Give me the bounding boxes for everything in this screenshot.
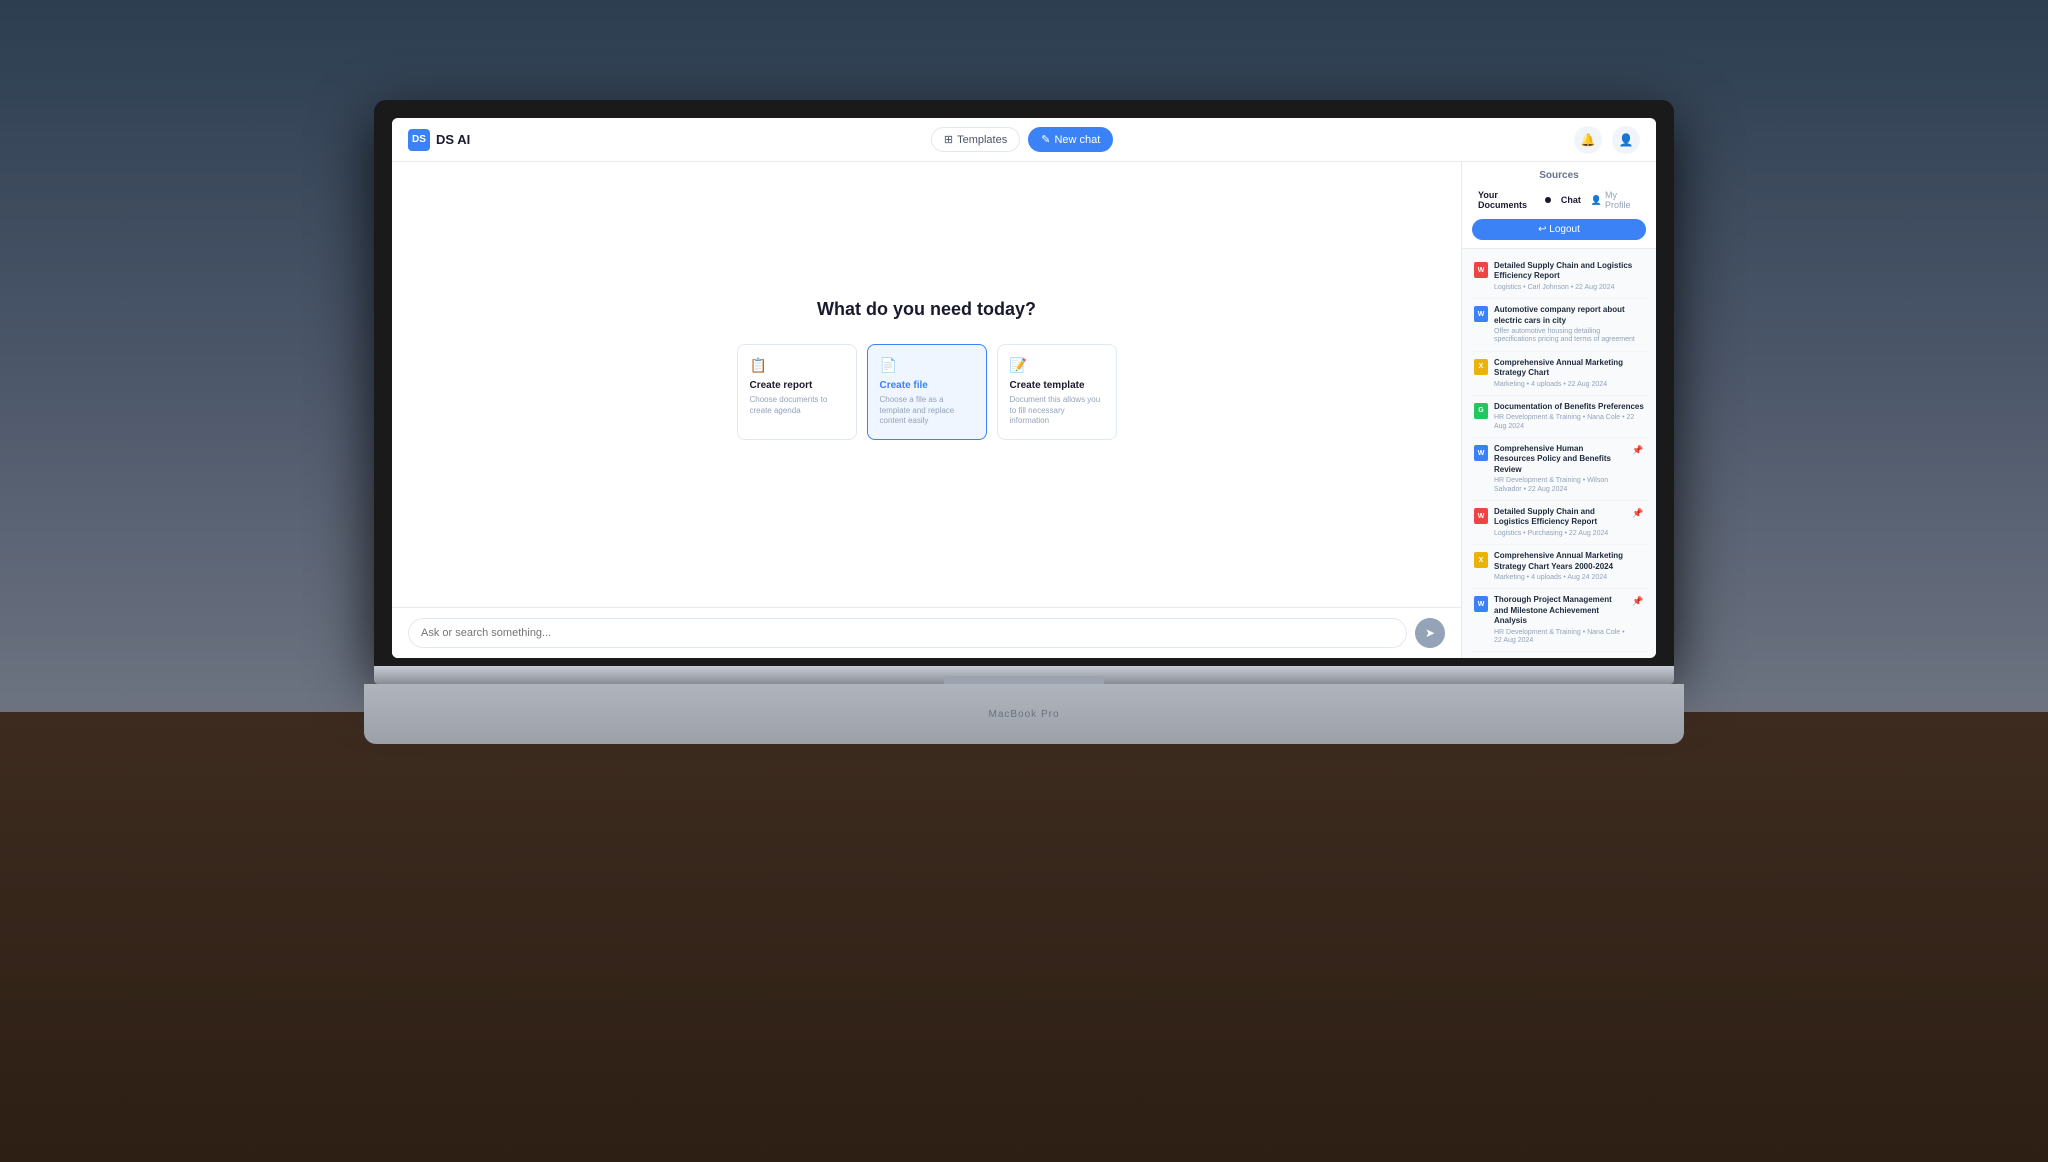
source-file-icon: W: [1474, 306, 1488, 322]
topbar: DS DS AI ⊞ Templates ✎ New chat 🔔: [392, 118, 1656, 162]
sources-panel: Sources Your Documents Chat 👤: [1461, 162, 1656, 658]
create-report-icon: 📋: [750, 357, 844, 374]
laptop-base: [374, 666, 1674, 684]
source-info: Detailed Supply Chain and Logistics Effi…: [1494, 261, 1644, 292]
laptop: DS DS AI ⊞ Templates ✎ New chat 🔔: [374, 100, 1674, 744]
source-title: Detailed Supply Chain and Logistics Effi…: [1494, 507, 1626, 528]
create-report-desc: Choose documents to create agenda: [750, 395, 844, 416]
source-file-icon: X: [1474, 552, 1488, 568]
tab-my-profile[interactable]: 👤 My Profile: [1585, 187, 1646, 213]
topbar-center-buttons: ⊞ Templates ✎ New chat: [931, 127, 1113, 152]
chat-panel: What do you need today? 📋 Create report …: [392, 162, 1461, 658]
new-chat-button[interactable]: ✎ New chat: [1028, 127, 1113, 152]
desk-surface: [0, 712, 2048, 1162]
source-title: Comprehensive Annual Marketing Strategy …: [1494, 358, 1644, 379]
chat-title: What do you need today?: [817, 299, 1036, 320]
create-template-icon: 📝: [1010, 357, 1104, 374]
templates-icon: ⊞: [944, 133, 953, 146]
source-pin-icon: 📌: [1632, 508, 1644, 520]
source-info: Documentation of Benefits Preferences HR …: [1494, 402, 1644, 431]
tab-chat[interactable]: Chat: [1561, 195, 1581, 205]
create-report-card[interactable]: 📋 Create report Choose documents to crea…: [737, 344, 857, 439]
laptop-keyboard: MacBook Pro: [364, 684, 1684, 744]
create-file-desc: Choose a file as a template and replace …: [880, 395, 974, 426]
source-meta: Marketing • 4 uploads • 22 Aug 2024: [1494, 381, 1644, 389]
chat-input[interactable]: [408, 618, 1407, 648]
create-template-title: Create template: [1010, 380, 1104, 391]
create-template-desc: Document this allows you to fill necessa…: [1010, 395, 1104, 426]
new-chat-icon: ✎: [1041, 133, 1050, 146]
your-docs-label: Your Documents: [1478, 190, 1542, 210]
app-screen: DS DS AI ⊞ Templates ✎ New chat 🔔: [392, 118, 1656, 658]
logo-area: DS DS AI: [408, 129, 470, 151]
action-cards-container: 📋 Create report Choose documents to crea…: [737, 344, 1117, 439]
source-meta: HR Development & Training • Nana Cole • …: [1494, 629, 1626, 646]
source-item[interactable]: W Detailed Supply Chain and Logistics Eff…: [1470, 501, 1648, 545]
create-file-title: Create file: [880, 380, 974, 391]
source-file-icon: X: [1474, 359, 1488, 375]
create-file-icon: 📄: [880, 357, 974, 374]
source-file-icon: W: [1474, 445, 1488, 461]
source-file-icon: W: [1474, 508, 1488, 524]
topbar-right: 🔔 👤: [1574, 126, 1640, 154]
source-file-icon: W: [1474, 262, 1488, 278]
sources-tabs: Your Documents Chat 👤 My Profile: [1472, 187, 1646, 213]
chat-input-bar: ➤: [392, 607, 1461, 658]
source-item[interactable]: X Comprehensive Annual Marketing Strategy…: [1470, 352, 1648, 396]
source-item[interactable]: W Detailed Supply Chain and Logistics Eff…: [1470, 255, 1648, 299]
source-info: Comprehensive Annual Marketing Strategy …: [1494, 358, 1644, 389]
source-item[interactable]: W Automotive company report about electri…: [1470, 299, 1648, 352]
source-pin-icon: 📌: [1632, 445, 1644, 457]
chat-body: What do you need today? 📋 Create report …: [392, 162, 1461, 607]
source-title: Comprehensive Annual Marketing Strategy …: [1494, 551, 1644, 572]
source-info: Comprehensive Human Resources Policy and…: [1494, 444, 1626, 494]
notification-icon[interactable]: 🔔: [1574, 126, 1602, 154]
source-meta: HR Development & Training • Wilson Salva…: [1494, 477, 1626, 494]
source-file-icon: G: [1474, 403, 1488, 419]
send-button[interactable]: ➤: [1415, 618, 1445, 648]
source-info: Thorough Project Management and Mileston…: [1494, 595, 1626, 645]
screen-bezel: DS DS AI ⊞ Templates ✎ New chat 🔔: [374, 100, 1674, 666]
source-item[interactable]: W Comprehensive Human Resources Policy an…: [1470, 438, 1648, 501]
logout-button[interactable]: ↩ Logout: [1472, 219, 1646, 240]
your-docs-dot: [1545, 197, 1550, 203]
main-content: What do you need today? 📋 Create report …: [392, 162, 1656, 658]
app-logo-icon: DS: [408, 129, 430, 151]
source-title: Thorough Project Management and Mileston…: [1494, 595, 1626, 626]
source-meta: Logistics • Purchasing • 22 Aug 2024: [1494, 530, 1626, 538]
source-item[interactable]: G Documentation of Benefits Preferences HR…: [1470, 396, 1648, 438]
source-title: Documentation of Benefits Preferences: [1494, 402, 1644, 412]
create-report-title: Create report: [750, 380, 844, 391]
source-item[interactable]: WComprehensive Human Resources Policy an…: [1470, 652, 1648, 658]
source-title: Detailed Supply Chain and Logistics Effi…: [1494, 261, 1644, 282]
source-pin-icon: 📌: [1632, 596, 1644, 608]
keyboard-brand: MacBook Pro: [988, 709, 1059, 720]
source-meta: HR Development & Training • Nana Cole • …: [1494, 414, 1644, 431]
source-meta: Marketing • 4 uploads • Aug 24 2024: [1494, 574, 1644, 582]
tab-your-documents[interactable]: Your Documents: [1472, 187, 1557, 213]
templates-button[interactable]: ⊞ Templates: [931, 127, 1020, 152]
laptop-notch: [944, 676, 1104, 684]
source-info: Detailed Supply Chain and Logistics Effi…: [1494, 507, 1626, 538]
create-template-card[interactable]: 📝 Create template Document this allows y…: [997, 344, 1117, 439]
source-info: Automotive company report about electric…: [1494, 305, 1644, 345]
sources-header: Sources Your Documents Chat 👤: [1462, 162, 1656, 249]
source-info: Comprehensive Annual Marketing Strategy …: [1494, 551, 1644, 582]
source-title: Comprehensive Human Resources Policy and…: [1494, 444, 1626, 475]
avatar-icon[interactable]: 👤: [1612, 126, 1640, 154]
source-file-icon: W: [1474, 596, 1488, 612]
source-title: Automotive company report about electric…: [1494, 305, 1644, 326]
source-item[interactable]: X Comprehensive Annual Marketing Strategy…: [1470, 545, 1648, 589]
logout-icon: ↩: [1538, 224, 1546, 235]
sources-list: W Detailed Supply Chain and Logistics Eff…: [1462, 249, 1656, 658]
source-item[interactable]: W Thorough Project Management and Milesto…: [1470, 589, 1648, 652]
my-profile-icon: 👤: [1591, 195, 1602, 206]
source-meta: Offer automotive housing detailing speci…: [1494, 328, 1644, 345]
source-meta: Logistics • Carl Johnson • 22 Aug 2024: [1494, 284, 1644, 292]
app-logo-text: DS AI: [436, 132, 470, 147]
create-file-card[interactable]: 📄 Create file Choose a file as a templat…: [867, 344, 987, 439]
sources-label: Sources: [1472, 170, 1646, 181]
